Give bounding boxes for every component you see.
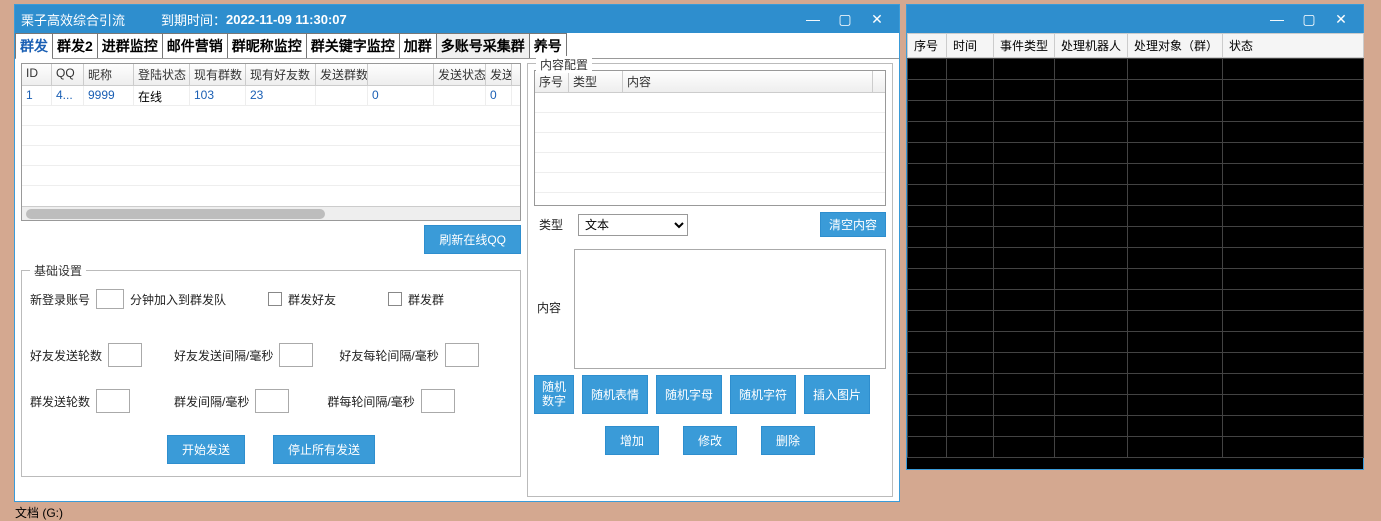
start-send-button[interactable]: 开始发送 bbox=[167, 435, 245, 464]
type-select[interactable]: 文本 bbox=[578, 214, 688, 236]
basic-settings-group: 基础设置 新登录账号 分钟加入到群发队 群发好友 群发群 好友发送轮数 bbox=[21, 262, 521, 477]
group-interval-label: 群发间隔/毫秒 bbox=[174, 393, 249, 410]
content-label: 内容 bbox=[534, 249, 564, 316]
titlebar-2[interactable]: — ▢ ✕ bbox=[907, 5, 1363, 33]
close-button-2[interactable]: ✕ bbox=[1325, 5, 1357, 33]
log-col-time[interactable]: 时间 bbox=[946, 33, 994, 58]
col-nick[interactable]: 昵称 bbox=[84, 64, 134, 85]
friend-round-interval-label: 好友每轮间隔/毫秒 bbox=[339, 347, 438, 364]
col-friends[interactable]: 现有好友数 bbox=[246, 64, 316, 85]
col-id[interactable]: ID bbox=[22, 64, 52, 85]
group-interval-input[interactable] bbox=[255, 389, 289, 413]
friend-interval-label: 好友发送间隔/毫秒 bbox=[174, 347, 273, 364]
log-window: — ▢ ✕ 序号 时间 事件类型 处理机器人 处理对象（群） 状态 bbox=[906, 4, 1364, 470]
horizontal-scrollbar[interactable] bbox=[22, 206, 520, 220]
group-round-interval-input[interactable] bbox=[421, 389, 455, 413]
content-config-group: 内容配置 序号 类型 内容 类型 文本 bbox=[527, 63, 893, 497]
content-textarea[interactable] bbox=[574, 249, 886, 369]
log-col-target[interactable]: 处理对象（群） bbox=[1127, 33, 1223, 58]
new-login-minutes-input[interactable] bbox=[96, 289, 124, 309]
friend-rounds-label: 好友发送轮数 bbox=[30, 347, 102, 364]
log-table[interactable]: 序号 时间 事件类型 处理机器人 处理对象（群） 状态 bbox=[907, 33, 1363, 469]
new-login-label: 新登录账号 bbox=[30, 291, 90, 308]
tab-bar: 群发 群发2 进群监控 邮件营销 群昵称监控 群关键字监控 加群 多账号采集群 … bbox=[15, 33, 899, 59]
close-button[interactable]: ✕ bbox=[861, 5, 893, 33]
tab-add-group[interactable]: 加群 bbox=[399, 33, 437, 58]
content-table[interactable]: 序号 类型 内容 bbox=[534, 70, 886, 206]
friend-rounds-input[interactable] bbox=[108, 343, 142, 367]
add-button[interactable]: 增加 bbox=[605, 426, 659, 455]
tab-nurture[interactable]: 养号 bbox=[529, 33, 567, 58]
tab-mass-send2[interactable]: 群发2 bbox=[52, 33, 98, 58]
tab-mass-send[interactable]: 群发 bbox=[15, 33, 53, 58]
content-config-legend: 内容配置 bbox=[536, 56, 592, 73]
col-sf[interactable]: 发送 bbox=[486, 64, 512, 85]
refresh-online-button[interactable]: 刷新在线QQ bbox=[424, 225, 521, 254]
group-round-interval-label: 群每轮间隔/毫秒 bbox=[327, 393, 414, 410]
expire-value: 2022-11-09 11:30:07 bbox=[226, 12, 347, 27]
random-emoji-button[interactable]: 随机表情 bbox=[582, 375, 648, 414]
random-letter-button[interactable]: 随机字母 bbox=[656, 375, 722, 414]
insert-image-button[interactable]: 插入图片 bbox=[804, 375, 870, 414]
edit-button[interactable]: 修改 bbox=[683, 426, 737, 455]
main-window: 栗子高效综合引流 到期时间： 2022-11-09 11:30:07 — ▢ ✕… bbox=[14, 4, 900, 502]
friend-round-interval-input[interactable] bbox=[445, 343, 479, 367]
send-friends-checkbox[interactable] bbox=[268, 292, 282, 306]
table-row[interactable]: 1 4... 9999 在线 103 23 0 0 bbox=[22, 86, 520, 106]
log-col-bot[interactable]: 处理机器人 bbox=[1054, 33, 1128, 58]
delete-button[interactable]: 删除 bbox=[761, 426, 815, 455]
clear-content-button[interactable]: 清空内容 bbox=[820, 212, 886, 237]
group-rounds-input[interactable] bbox=[96, 389, 130, 413]
col-seq[interactable]: 序号 bbox=[535, 71, 569, 92]
col-type[interactable]: 类型 bbox=[569, 71, 623, 92]
col-sendg[interactable]: 发送群数 bbox=[316, 64, 368, 85]
left-pane: ID QQ 昵称 登陆状态 现有群数 现有好友数 发送群数 发送状态 发送 1 … bbox=[21, 63, 521, 497]
col-qq[interactable]: QQ bbox=[52, 64, 84, 85]
send-groups-label: 群发群 bbox=[408, 291, 444, 308]
col-groups[interactable]: 现有群数 bbox=[190, 64, 246, 85]
log-col-event[interactable]: 事件类型 bbox=[993, 33, 1055, 58]
log-col-seq[interactable]: 序号 bbox=[907, 33, 947, 58]
send-friends-label: 群发好友 bbox=[288, 291, 336, 308]
random-number-button[interactable]: 随机数字 bbox=[534, 375, 574, 414]
titlebar[interactable]: 栗子高效综合引流 到期时间： 2022-11-09 11:30:07 — ▢ ✕ bbox=[15, 5, 899, 33]
col-login[interactable]: 登陆状态 bbox=[134, 64, 190, 85]
desktop-folder-label: 文档 (G:) bbox=[15, 504, 63, 521]
stop-all-button[interactable]: 停止所有发送 bbox=[273, 435, 375, 464]
tab-mail[interactable]: 邮件营销 bbox=[162, 33, 228, 58]
col-status[interactable]: 发送状态 bbox=[434, 64, 486, 85]
tab-keyword-monitor[interactable]: 群关键字监控 bbox=[306, 33, 400, 58]
maximize-button-2[interactable]: ▢ bbox=[1293, 5, 1325, 33]
basic-settings-legend: 基础设置 bbox=[30, 262, 86, 279]
tab-nick-monitor[interactable]: 群昵称监控 bbox=[227, 33, 307, 58]
send-groups-checkbox[interactable] bbox=[388, 292, 402, 306]
accounts-table[interactable]: ID QQ 昵称 登陆状态 现有群数 现有好友数 发送群数 发送状态 发送 1 … bbox=[21, 63, 521, 221]
minimize-button[interactable]: — bbox=[797, 5, 829, 33]
tab-join-monitor[interactable]: 进群监控 bbox=[97, 33, 163, 58]
minimize-button-2[interactable]: — bbox=[1261, 5, 1293, 33]
minutes-label: 分钟加入到群发队 bbox=[130, 291, 226, 308]
window-title: 栗子高效综合引流 bbox=[21, 10, 125, 29]
type-label: 类型 bbox=[534, 216, 568, 233]
group-rounds-label: 群发送轮数 bbox=[30, 393, 90, 410]
random-char-button[interactable]: 随机字符 bbox=[730, 375, 796, 414]
maximize-button[interactable]: ▢ bbox=[829, 5, 861, 33]
col-count[interactable] bbox=[368, 64, 434, 85]
tab-multi-collect[interactable]: 多账号采集群 bbox=[436, 33, 530, 58]
log-col-status[interactable]: 状态 bbox=[1222, 33, 1364, 58]
friend-interval-input[interactable] bbox=[279, 343, 313, 367]
col-content[interactable]: 内容 bbox=[623, 71, 873, 92]
expire-label: 到期时间： bbox=[161, 10, 226, 29]
